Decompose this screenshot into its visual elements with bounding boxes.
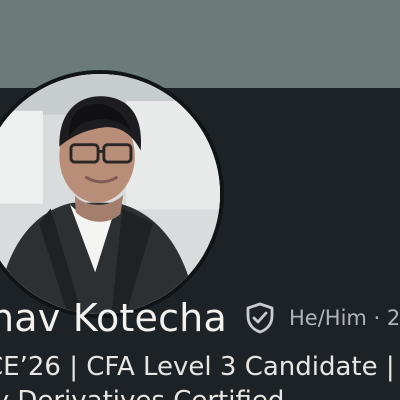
cover-banner: [0, 0, 400, 88]
profile-headline-line-2: ry Derivatives Certified: [0, 384, 400, 400]
profile-photo-illustration: [0, 74, 220, 314]
profile-name: hav Kotecha: [0, 296, 227, 340]
profile-pronouns: He/Him · 2: [289, 306, 400, 330]
profile-photo[interactable]: [0, 70, 224, 318]
profile-name-row: hav Kotecha He/Him · 2: [0, 294, 400, 342]
verified-shield-icon[interactable]: [243, 301, 277, 335]
linkedin-profile-view: hav Kotecha He/Him · 2 CE’26 | CFA Level…: [0, 0, 400, 400]
profile-headline-line-1: CE’26 | CFA Level 3 Candidate |: [0, 352, 395, 382]
